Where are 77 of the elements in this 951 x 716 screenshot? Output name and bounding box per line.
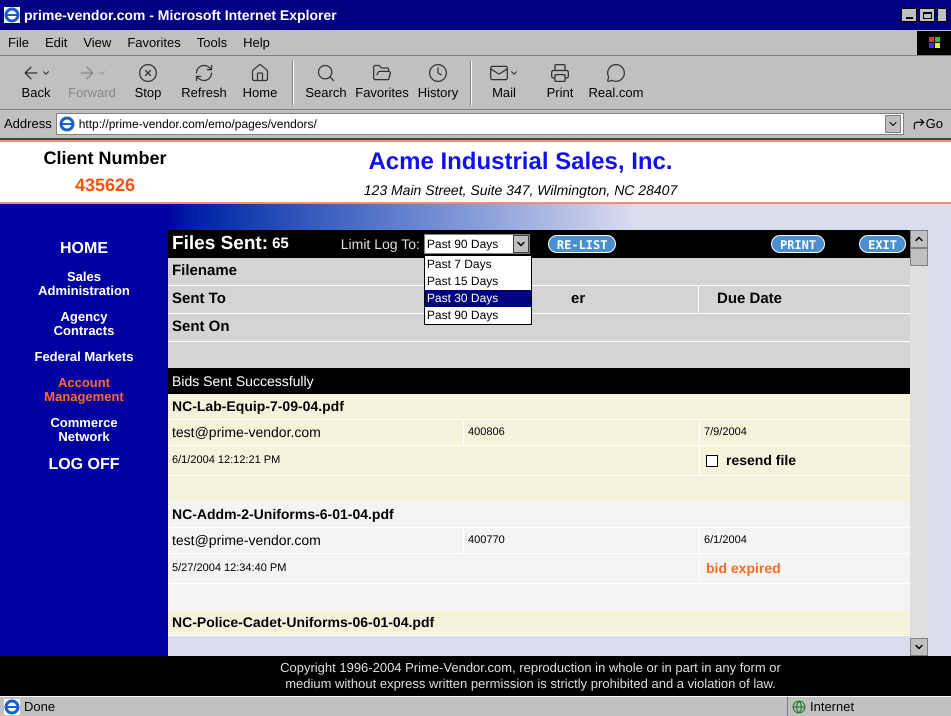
number-cell: 400770 (463, 528, 699, 553)
sent-to-cell-text: test@prime-vendor.com (171, 423, 322, 442)
toolbar-button[interactable]: Favorites (354, 62, 410, 102)
browser-icon (4, 7, 20, 23)
nav-link[interactable]: Sales Administration (29, 270, 139, 298)
search-icon (316, 62, 336, 83)
toolbar-button[interactable]: History (410, 62, 466, 102)
nav-link[interactable]: HOME (29, 242, 139, 256)
expired-label: bid expired (706, 559, 781, 578)
go-arrow-icon (912, 117, 926, 131)
status-text: Done (24, 698, 56, 716)
resend-label: resend file (726, 451, 796, 470)
dropdown-option[interactable]: Past 30 Days (424, 290, 531, 307)
address-field[interactable]: http://prime-vendor.com/emo/pages/vendors/ (56, 113, 904, 135)
mail-icon (489, 62, 509, 83)
toolbar-button[interactable]: Print (532, 62, 588, 102)
windows-logo-icon (917, 30, 951, 54)
client-number: 435626 (74, 174, 136, 197)
checkbox[interactable] (706, 454, 718, 466)
limit-log-label: Limit Log To: (340, 234, 420, 254)
scrollbar[interactable] (910, 230, 928, 656)
maximize-button[interactable] (919, 8, 935, 22)
minimize-button[interactable] (901, 8, 917, 22)
filename-cell: NC-Addm-2-Uniforms-6-01-04.pdf (168, 502, 910, 528)
menu-item[interactable]: Tools (188, 32, 236, 52)
sent-to-cell-text: test@prime-vendor.com (171, 531, 322, 550)
nav-link[interactable]: LOG OFF (29, 458, 139, 472)
client-number-label: Client Number (43, 147, 166, 170)
folder-icon (372, 62, 392, 83)
nav-link[interactable]: Agency Contracts (29, 310, 139, 338)
speech-bubble-icon (606, 62, 626, 83)
clock-icon (428, 62, 448, 83)
toolbar-button[interactable]: Real.com (588, 62, 644, 102)
limit-log-select[interactable]: Past 90 Days (424, 234, 530, 254)
company-name: Acme Industrial Sales, Inc. (368, 146, 673, 176)
filename-cell: NC-Lab-Equip-7-09-04.pdf (168, 394, 910, 420)
dropdown-option[interactable]: Past 7 Days (424, 256, 531, 273)
files-sent-title: Files Sent: (172, 232, 268, 256)
toolbar-button[interactable]: Stop (120, 62, 176, 102)
copyright-text: medium without express written permission is strictly prohibited and a violation of law. (285, 676, 776, 692)
home-icon (250, 62, 270, 83)
menu-item[interactable]: View (75, 32, 120, 52)
address-label: Address (4, 115, 52, 134)
files-sent-count: 65 (272, 234, 289, 254)
refresh-icon (194, 62, 214, 83)
company-address: 123 Main Street, Suite 347, Wilmington, NC 28407 (364, 180, 678, 200)
filename-cell: NC-Police-Cadet-Uniforms-06-01-04.pdf (168, 610, 910, 636)
toolbar-button[interactable]: Mail (476, 62, 532, 102)
dropdown-option[interactable]: Past 90 Days (424, 307, 531, 324)
dropdown-option[interactable]: Past 15 Days (424, 273, 531, 290)
number-cell: 400806 (463, 420, 699, 445)
close-button[interactable] (937, 8, 947, 22)
column-header: Sent To (172, 289, 226, 310)
toolbar-button[interactable]: Search (298, 62, 354, 102)
menu-item[interactable]: Edit (36, 32, 76, 52)
globe-icon (792, 700, 806, 714)
go-button[interactable]: Go (908, 114, 947, 134)
nav-link[interactable]: Federal Markets (29, 350, 139, 364)
window-title: prime-vendor.com - Microsoft Internet Explorer (24, 6, 337, 25)
menu-item[interactable]: Help (235, 32, 278, 52)
toolbar-button[interactable]: Home (232, 62, 288, 102)
menu-item[interactable]: Favorites (119, 32, 189, 52)
sent-on-cell-text: 5/27/2004 12:34:40 PM (171, 561, 288, 576)
copyright-text: Copyright 1996-2004 Prime-Vendor.com, reproduction in whole or in part in any form or (280, 660, 781, 676)
page-icon (58, 116, 75, 132)
nav-link[interactable]: Account Management (29, 376, 139, 404)
zone-text: Internet (810, 698, 854, 716)
toolbar-button[interactable]: Refresh (176, 62, 232, 102)
sent-on-cell-text: 6/1/2004 12:12:21 PM (171, 453, 282, 468)
page-icon (4, 698, 20, 714)
printer-icon (550, 62, 570, 83)
section-title: Bids Sent Successfully (172, 372, 314, 391)
nav-link[interactable]: Commerce Network (29, 416, 139, 444)
scroll-thumb[interactable] (910, 248, 928, 266)
toolbar-button[interactable]: Back (8, 62, 64, 102)
menu-item[interactable]: File (0, 32, 37, 52)
stop-icon (138, 62, 158, 83)
